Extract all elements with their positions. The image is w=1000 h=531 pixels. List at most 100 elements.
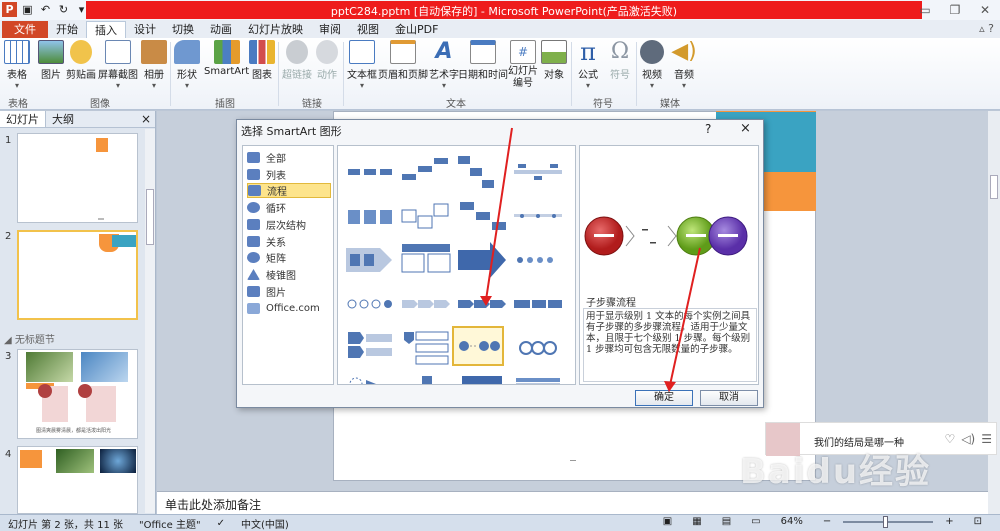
chart-button[interactable]: 图表: [249, 40, 275, 81]
zoom-out-icon[interactable]: −: [815, 516, 839, 527]
category-office-com[interactable]: Office.com: [247, 301, 331, 316]
slide-thumbnail-2[interactable]: [17, 230, 138, 320]
picture-button[interactable]: 图片: [38, 40, 64, 81]
zoom-in-icon[interactable]: +: [937, 516, 961, 527]
heart-icon[interactable]: ♡: [945, 432, 956, 446]
category-all[interactable]: 全部: [247, 150, 331, 165]
layout-chevron-process[interactable]: [400, 284, 452, 324]
equation-button[interactable]: π 公式 ▾: [575, 40, 601, 90]
layout-vertical-chevron-list[interactable]: [344, 328, 396, 368]
header-footer-button[interactable]: 页眉和页脚: [378, 40, 428, 81]
slides-scrollbar[interactable]: [145, 129, 155, 513]
tab-review[interactable]: 审阅: [311, 21, 349, 38]
view-normal-icon[interactable]: ▣: [655, 516, 680, 527]
category-picture[interactable]: 图片: [247, 284, 331, 299]
layout-accent-process[interactable]: [456, 196, 508, 236]
hyperlink-button[interactable]: 超链接: [282, 40, 312, 81]
slide-thumbnail-3[interactable]: 图清爽晨雾清晨，都是活泼出阳光: [17, 349, 138, 439]
tab-slides[interactable]: 幻灯片: [0, 111, 46, 127]
category-cycle[interactable]: 循环: [247, 200, 331, 215]
video-button[interactable]: 视频 ▾: [640, 40, 664, 90]
category-pyramid[interactable]: 棱锥图: [247, 267, 331, 282]
tab-transitions[interactable]: 切换: [164, 21, 202, 38]
layout-vertical-arrow-list[interactable]: [400, 328, 452, 368]
layout-sub-step-process[interactable]: [452, 326, 504, 366]
layout-staggered-process[interactable]: [456, 372, 508, 384]
object-button[interactable]: 对象: [541, 40, 567, 81]
shapes-button[interactable]: 形状 ▾: [174, 40, 200, 90]
category-process[interactable]: 流程: [247, 183, 331, 198]
tab-file[interactable]: 文件: [2, 21, 48, 38]
screenshot-button[interactable]: 屏幕截图 ▾: [98, 40, 138, 90]
view-sorter-icon[interactable]: ▦: [684, 516, 709, 527]
shapes-icon: [174, 40, 200, 64]
list-menu-icon[interactable]: ☰: [981, 432, 992, 446]
layout-step-down-process[interactable]: [456, 152, 508, 192]
view-reading-icon[interactable]: ▤: [714, 516, 739, 527]
undo-icon[interactable]: ↶: [38, 2, 53, 17]
clipart-button[interactable]: 剪贴画: [66, 40, 96, 81]
tab-animations[interactable]: 动画: [202, 21, 240, 38]
layout-funnel-process[interactable]: [400, 372, 452, 384]
category-list-item[interactable]: 列表: [247, 167, 331, 182]
volume-icon[interactable]: ◁): [961, 432, 975, 446]
layout-interconnected-rings[interactable]: [512, 328, 564, 368]
symbol-button[interactable]: Ω 符号: [607, 40, 633, 82]
layout-segmented-process[interactable]: [456, 284, 508, 324]
category-hierarchy[interactable]: 层次结构: [247, 217, 331, 232]
layout-continuous-arrow[interactable]: [512, 196, 564, 236]
tab-design[interactable]: 设计: [126, 21, 164, 38]
layout-process-arrows[interactable]: [344, 240, 396, 280]
zoom-slider[interactable]: [843, 515, 934, 528]
cancel-button[interactable]: 取消: [700, 390, 758, 406]
table-button[interactable]: 表格 ▾: [4, 40, 30, 90]
layout-circle-process[interactable]: [344, 284, 396, 324]
tab-insert[interactable]: 插入: [86, 21, 126, 38]
tab-view[interactable]: 视图: [349, 21, 387, 38]
minimize-icon[interactable]: ▭: [910, 0, 940, 20]
tab-kingsoft-pdf[interactable]: 金山PDF: [387, 21, 446, 38]
textbox-button[interactable]: 文本框 ▾: [347, 40, 377, 90]
smartart-button[interactable]: SmartArt: [204, 40, 249, 77]
dialog-close-icon[interactable]: ×: [740, 121, 751, 136]
section-header[interactable]: ◢ 无标题节: [4, 331, 55, 346]
category-matrix[interactable]: 矩阵: [247, 250, 331, 265]
close-panel-icon[interactable]: ×: [141, 112, 151, 126]
slide-thumbnail-1[interactable]: [17, 133, 138, 223]
wordart-button[interactable]: A 艺术字 ▾: [429, 40, 459, 91]
spellcheck-icon[interactable]: ✓: [209, 518, 233, 529]
close-window-icon[interactable]: ✕: [970, 0, 1000, 20]
tab-outline[interactable]: 大纲: [46, 111, 80, 127]
restore-icon[interactable]: ❐: [940, 0, 970, 20]
save-icon[interactable]: ▣: [20, 2, 35, 17]
audio-button[interactable]: ◀) 音频 ▾: [671, 40, 697, 91]
redo-icon[interactable]: ↻: [56, 2, 71, 17]
album-button[interactable]: 相册 ▾: [141, 40, 167, 90]
status-bar: 幻灯片 第 2 张，共 11 张 "Office 主题" ✓ 中文(中国) ▣ …: [0, 514, 1000, 531]
ok-button[interactable]: 确定: [635, 390, 693, 406]
layout-circular-arrows[interactable]: [344, 372, 396, 384]
date-time-button[interactable]: 日期和时间: [458, 40, 508, 81]
layout-bending-process[interactable]: [512, 240, 564, 280]
tab-slideshow[interactable]: 幻灯片放映: [240, 21, 311, 38]
zoom-level[interactable]: 64%: [773, 516, 811, 527]
layout-continuous-block[interactable]: [344, 196, 396, 236]
slide-thumbnail-4[interactable]: [17, 446, 138, 514]
view-slideshow-icon[interactable]: ▭: [743, 516, 768, 527]
tab-home[interactable]: 开始: [48, 21, 86, 38]
fit-window-icon[interactable]: ⊡: [966, 516, 990, 527]
layout-closed-chevron[interactable]: [400, 240, 452, 280]
layout-alternating-flow[interactable]: [512, 152, 564, 192]
slide-number-button[interactable]: # 幻灯片编号: [508, 40, 538, 90]
layout-basic-chevron[interactable]: [512, 284, 564, 324]
layout-picture-accent-process[interactable]: [400, 196, 452, 236]
layout-step-up-process[interactable]: [400, 152, 452, 192]
language[interactable]: 中文(中国): [233, 516, 297, 531]
layout-upward-arrow[interactable]: [456, 240, 508, 280]
category-relationship[interactable]: 关系: [247, 234, 331, 249]
layout-table-process[interactable]: [512, 372, 564, 384]
help-icon[interactable]: ?: [705, 122, 711, 136]
ribbon-help-icons[interactable]: ▵ ?: [979, 22, 994, 35]
action-button[interactable]: 动作: [316, 40, 338, 81]
layout-basic-process[interactable]: [344, 152, 396, 192]
